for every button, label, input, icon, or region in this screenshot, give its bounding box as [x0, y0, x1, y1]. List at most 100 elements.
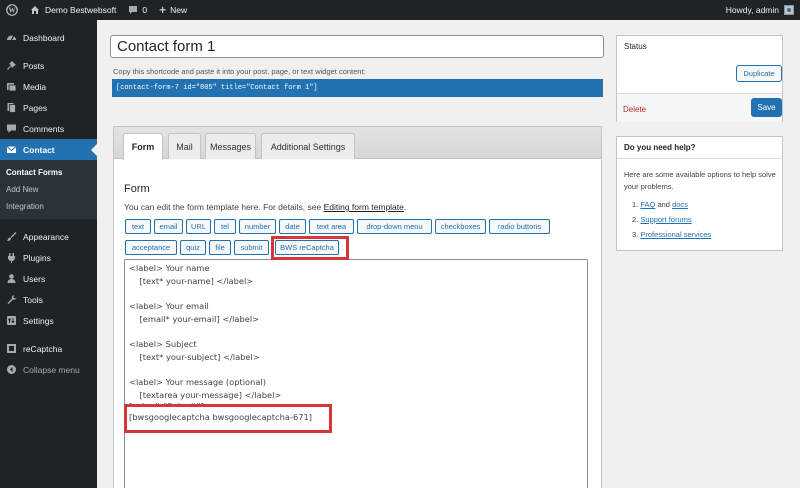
plus-icon: +: [159, 3, 167, 17]
tag-button-tel[interactable]: tel: [214, 219, 236, 234]
greeting: Howdy, admin: [725, 5, 779, 15]
help-box: Do you need help? Here are some availabl…: [616, 136, 783, 251]
pin-icon: [5, 60, 17, 72]
duplicate-button[interactable]: Duplicate: [736, 65, 782, 82]
template-line: <label> Subject: [129, 339, 197, 349]
sidebar-item-comments[interactable]: Comments: [0, 118, 97, 139]
tag-button-file[interactable]: file: [209, 240, 231, 255]
form-title-input[interactable]: Contact form 1: [110, 35, 604, 58]
account-menu[interactable]: Howdy, admin: [720, 0, 800, 20]
sidebar-item-posts[interactable]: Posts: [0, 55, 97, 76]
users-icon: [5, 273, 17, 285]
highlight-bws-recaptcha-button: [271, 236, 349, 260]
home-icon: [30, 5, 40, 15]
list-number: 2.: [632, 215, 639, 224]
tag-button-acceptance[interactable]: acceptance: [125, 240, 177, 255]
form-template-textarea[interactable]: <label> Your name [text* your-name] </la…: [124, 259, 588, 488]
sidebar-item-appearance[interactable]: Appearance: [0, 226, 97, 247]
submenu-integration[interactable]: Integration: [0, 198, 97, 215]
new-content-link[interactable]: + New: [153, 0, 193, 20]
admin-bar: W Demo Bestwebsoft 0 + New Howdy, admin: [0, 0, 800, 20]
template-line: [email* your-email] </label>: [129, 314, 260, 324]
docs-link[interactable]: docs: [672, 200, 688, 209]
sidebar-item-label: Settings: [23, 315, 54, 326]
sidebar-item-label: Comments: [23, 123, 65, 134]
and-text: and: [657, 200, 670, 209]
dashboard-icon: [5, 32, 17, 44]
save-button[interactable]: Save: [751, 98, 782, 117]
pages-icon: [5, 102, 17, 114]
tag-button-quiz[interactable]: quiz: [180, 240, 206, 255]
mail-icon: [5, 144, 17, 156]
status-box: Status Duplicate Delete Save: [616, 35, 783, 122]
sidebar-item-settings[interactable]: Settings: [0, 310, 97, 331]
sidebar-item-plugins[interactable]: Plugins: [0, 247, 97, 268]
tag-button-email[interactable]: email: [154, 219, 183, 234]
template-line: <label> Your message (optional): [129, 377, 266, 387]
avatar: [784, 5, 794, 15]
tab-mail[interactable]: Mail: [168, 133, 201, 159]
submenu-add-new[interactable]: Add New: [0, 181, 97, 198]
professional-services-link[interactable]: Professional services: [640, 230, 711, 239]
panel-title: Form: [124, 183, 150, 195]
template-line: <label> Your email: [129, 301, 209, 311]
collapse-menu-button[interactable]: Collapse menu: [0, 359, 97, 380]
divider: [617, 158, 782, 159]
panel-description: You can edit the form template here. For…: [124, 202, 406, 212]
faq-link[interactable]: FAQ: [640, 200, 655, 209]
tag-button-text[interactable]: text: [125, 219, 151, 234]
sidebar-item-users[interactable]: Users: [0, 268, 97, 289]
tag-button-dropdown[interactable]: drop-down menu: [357, 219, 432, 234]
sidebar-item-tools[interactable]: Tools: [0, 289, 97, 310]
sidebar-item-contact[interactable]: Contact: [0, 139, 97, 160]
sidebar-item-recaptcha[interactable]: reCaptcha: [0, 338, 97, 359]
comments-link[interactable]: 0: [122, 0, 153, 20]
new-label: New: [170, 5, 188, 15]
submenu-contact-forms[interactable]: Contact Forms: [0, 164, 97, 181]
sidebar-item-pages[interactable]: Pages: [0, 97, 97, 118]
editing-form-template-link[interactable]: Editing form template: [324, 202, 404, 212]
wrench-icon: [5, 294, 17, 306]
list-number: 3.: [632, 230, 639, 239]
svg-text:W: W: [9, 7, 16, 15]
comments-icon: [5, 123, 17, 135]
status-footer: Delete Save: [617, 93, 782, 122]
tag-button-url[interactable]: URL: [186, 219, 211, 234]
help-text: Here are some available options to help …: [624, 170, 776, 191]
tab-additional-settings[interactable]: Additional Settings: [261, 133, 355, 159]
recaptcha-icon: [5, 343, 17, 355]
delete-link[interactable]: Delete: [623, 105, 646, 114]
media-icon: [5, 81, 17, 93]
tab-messages[interactable]: Messages: [205, 133, 256, 159]
sidebar-item-label: reCaptcha: [23, 343, 63, 354]
sidebar-item-label: Appearance: [23, 231, 69, 242]
tag-button-date[interactable]: date: [279, 219, 306, 234]
brush-icon: [5, 231, 17, 243]
support-forums-link[interactable]: Support forums: [640, 215, 691, 224]
help-title: Do you need help?: [624, 143, 696, 152]
site-name: Demo Bestwebsoft: [45, 5, 117, 15]
admin-sidebar: Dashboard Posts Media Pages Comments Con…: [0, 20, 97, 488]
sidebar-item-dashboard[interactable]: Dashboard: [0, 27, 97, 48]
help-list-item: 2. Support forums: [632, 215, 692, 224]
site-name-link[interactable]: Demo Bestwebsoft: [24, 0, 122, 20]
tag-button-textarea[interactable]: text area: [309, 219, 354, 234]
sidebar-item-media[interactable]: Media: [0, 76, 97, 97]
sidebar-item-label: Users: [23, 273, 46, 284]
highlight-captcha-shortcode: [124, 404, 332, 433]
shortcode-field[interactable]: [contact-form-7 id="805" title="Contact …: [112, 79, 603, 97]
tag-button-number[interactable]: number: [239, 219, 276, 234]
list-number: 1.: [632, 200, 639, 209]
shortcode-label: Copy this shortcode and paste it into yo…: [113, 67, 366, 76]
editor-tabs: Form Mail Messages Additional Settings: [114, 127, 601, 160]
contact-submenu: Contact Forms Add New Integration: [0, 160, 97, 219]
template-line: [text* your-name] </label>: [129, 276, 254, 286]
tag-button-checkboxes[interactable]: checkboxes: [435, 219, 486, 234]
tab-form[interactable]: Form: [123, 133, 163, 160]
tag-button-submit[interactable]: submit: [234, 240, 269, 255]
panel-desc-prefix: You can edit the form template here. For…: [124, 202, 322, 212]
tag-button-radio[interactable]: radio buttons: [489, 219, 550, 234]
wordpress-logo-icon[interactable]: W: [0, 0, 24, 20]
form-editor-panel: Form Mail Messages Additional Settings F…: [113, 126, 602, 488]
sidebar-item-label: Contact: [23, 144, 55, 155]
